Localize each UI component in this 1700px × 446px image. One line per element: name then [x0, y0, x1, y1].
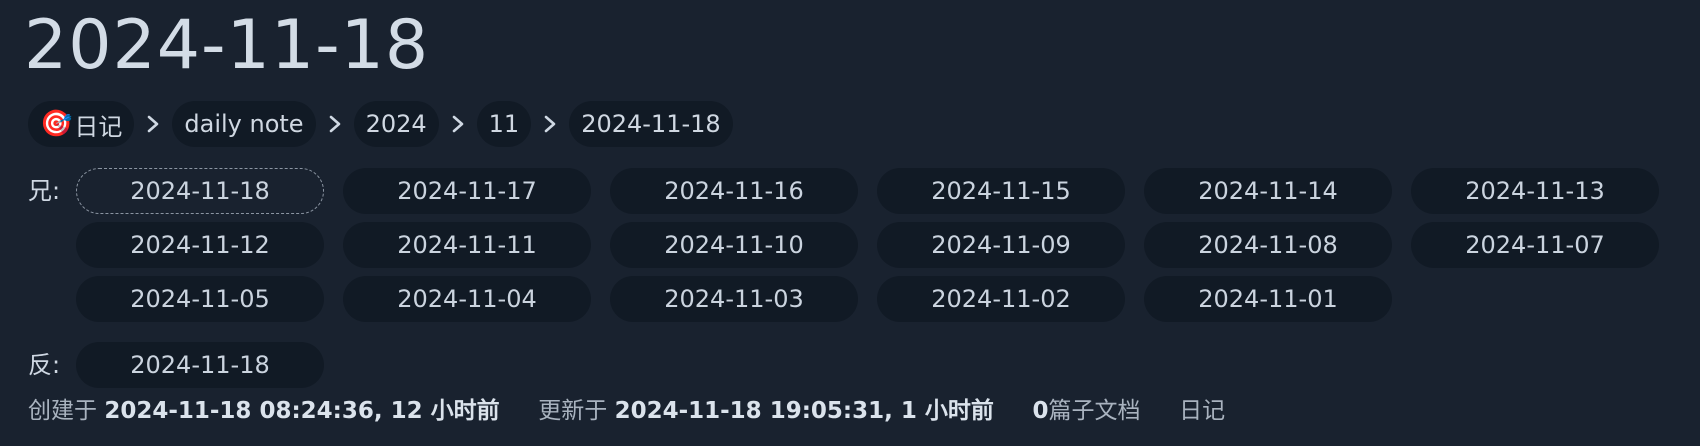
backlinks-grid: 2024-11-18	[76, 342, 1659, 388]
sibling-link[interactable]: 2024-11-01	[1144, 276, 1392, 322]
subdoc-label: 篇子文档	[1048, 398, 1141, 424]
siblings-grid: 2024-11-18 2024-11-17 2024-11-16 2024-11…	[76, 168, 1659, 322]
sibling-link[interactable]: 2024-11-17	[343, 168, 591, 214]
notebook-name[interactable]: 日记	[1179, 398, 1225, 424]
created-value: 2024-11-18 08:24:36, 12 小时前	[104, 398, 500, 424]
sibling-link[interactable]: 2024-11-08	[1144, 222, 1392, 268]
breadcrumb: 🎯 日记 daily note 2024 11 2024-11-18	[28, 101, 733, 147]
target-emoji-icon: 🎯	[40, 109, 73, 139]
sibling-link[interactable]: 2024-11-13	[1411, 168, 1659, 214]
sibling-link[interactable]: 2024-11-14	[1144, 168, 1392, 214]
chevron-right-icon	[316, 101, 354, 147]
page-title: 2024-11-18	[24, 6, 430, 85]
sibling-link[interactable]: 2024-11-15	[877, 168, 1125, 214]
sibling-link[interactable]: 2024-11-07	[1411, 222, 1659, 268]
backlinks-label: 反:	[28, 351, 61, 379]
sibling-link[interactable]: 2024-11-09	[877, 222, 1125, 268]
subdoc-count: 0	[1032, 398, 1049, 424]
chevron-right-icon	[531, 101, 569, 147]
chevron-right-icon	[439, 101, 477, 147]
chevron-right-icon	[134, 101, 172, 147]
breadcrumb-item-notebook[interactable]: 🎯 日记	[28, 101, 135, 147]
backlink-link[interactable]: 2024-11-18	[76, 342, 324, 388]
breadcrumb-label: 日记	[74, 112, 123, 141]
siblings-label: 兄:	[28, 177, 61, 205]
document-meta: 创建于 2024-11-18 08:24:36, 12 小时前 更新于 2024…	[28, 394, 1225, 428]
sibling-link[interactable]: 2024-11-05	[76, 276, 324, 322]
breadcrumb-item-daily-note[interactable]: daily note	[172, 101, 316, 147]
sibling-link[interactable]: 2024-11-10	[610, 222, 858, 268]
sibling-link[interactable]: 2024-11-12	[76, 222, 324, 268]
sibling-link[interactable]: 2024-11-18	[76, 168, 324, 214]
updated-value: 2024-11-18 19:05:31, 1 小时前	[614, 398, 994, 424]
updated-label: 更新于	[538, 398, 608, 424]
sibling-link[interactable]: 2024-11-04	[343, 276, 591, 322]
created-label: 创建于	[28, 398, 97, 424]
sibling-link[interactable]: 2024-11-11	[343, 222, 591, 268]
document-page: 2024-11-18 🎯 日记 daily note 2024 11 2024-…	[0, 0, 1700, 446]
sibling-link[interactable]: 2024-11-02	[877, 276, 1125, 322]
sibling-link[interactable]: 2024-11-03	[610, 276, 858, 322]
sibling-link[interactable]: 2024-11-16	[610, 168, 858, 214]
breadcrumb-item-current[interactable]: 2024-11-18	[569, 101, 733, 147]
breadcrumb-item-year[interactable]: 2024	[353, 101, 439, 147]
breadcrumb-item-month[interactable]: 11	[476, 101, 532, 147]
